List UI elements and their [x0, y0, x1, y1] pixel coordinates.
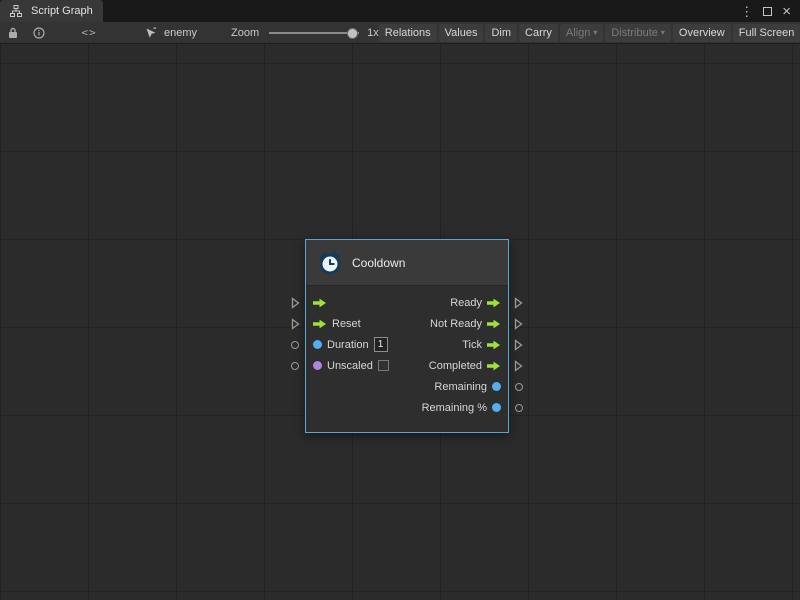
info-icon[interactable] [30, 24, 48, 42]
dim-button[interactable]: Dim [485, 24, 517, 42]
output-port-stub[interactable] [515, 404, 523, 412]
flow-output-port-icon[interactable] [487, 361, 501, 371]
title-bar: Script Graph ⋮ × [0, 0, 800, 22]
port-row: Remaining [306, 376, 508, 397]
input-port-stub[interactable] [291, 362, 299, 370]
port-label: Completed [429, 360, 482, 372]
close-icon[interactable]: × [782, 4, 791, 19]
chevron-down-icon: ▾ [661, 28, 665, 37]
flow-input-port-icon[interactable] [313, 319, 327, 329]
script-graph-window: Script Graph ⋮ × <> [0, 0, 800, 600]
port-label: Duration [327, 339, 369, 351]
output-port-stub[interactable] [514, 339, 523, 351]
port-label: Not Ready [430, 318, 482, 330]
zoom-slider-track[interactable] [269, 32, 359, 34]
tab-script-graph[interactable]: Script Graph [0, 0, 103, 22]
alarm-clock-icon [317, 254, 343, 272]
zoom-slider-knob[interactable] [347, 28, 358, 39]
graph-pointer-icon [142, 24, 160, 42]
graph-toolbar: <> enemy Zoom 1x Relations Values Dim C [0, 22, 800, 44]
zoom-control: Zoom 1x [231, 27, 379, 39]
fullscreen-button[interactable]: Full Screen [733, 24, 800, 42]
maximize-icon[interactable] [763, 7, 772, 16]
align-button[interactable]: Align ▾ [560, 24, 603, 42]
input-port-stub[interactable] [291, 297, 300, 309]
tab-title: Script Graph [31, 5, 93, 17]
bool-input-port-icon[interactable] [313, 361, 322, 370]
port-row: Duration 1 Tick [306, 334, 508, 355]
output-port-stub[interactable] [515, 383, 523, 391]
relations-button[interactable]: Relations [379, 24, 437, 42]
zoom-value: 1x [367, 27, 379, 39]
input-port-stub[interactable] [291, 318, 300, 330]
cooldown-node[interactable]: Cooldown Ready [305, 239, 509, 433]
chevron-down-icon: ▾ [593, 28, 597, 37]
node-title: Cooldown [352, 256, 405, 270]
port-label: Tick [462, 339, 482, 351]
port-label: Remaining % [422, 402, 487, 414]
node-header[interactable]: Cooldown [306, 240, 508, 286]
distribute-button[interactable]: Distribute ▾ [605, 24, 670, 42]
zoom-slider[interactable] [269, 27, 359, 39]
flow-output-port-icon[interactable] [487, 319, 501, 329]
node-body: Ready [306, 286, 508, 432]
output-port-stub[interactable] [514, 297, 523, 309]
graph-canvas[interactable]: Cooldown Ready [0, 44, 800, 600]
graph-name: enemy [164, 27, 197, 39]
code-icon[interactable]: <> [80, 24, 98, 42]
value-output-port-icon[interactable] [492, 403, 501, 412]
flow-input-port-icon[interactable] [313, 298, 327, 308]
unscaled-checkbox[interactable] [378, 360, 389, 371]
graph-breadcrumb[interactable]: enemy [142, 24, 197, 42]
port-row: Unscaled Completed [306, 355, 508, 376]
input-port-stub[interactable] [291, 341, 299, 349]
toolbar-buttons: Relations Values Dim Carry Align ▾ Distr… [379, 24, 800, 42]
lock-icon[interactable] [4, 24, 22, 42]
port-label: Ready [450, 297, 482, 309]
flow-output-port-icon[interactable] [487, 298, 501, 308]
port-row: Remaining % [306, 397, 508, 418]
graph-tab-icon [7, 2, 25, 20]
port-label: Unscaled [327, 360, 373, 372]
duration-field[interactable]: 1 [374, 337, 388, 352]
window-controls: ⋮ × [740, 4, 800, 19]
port-label: Remaining [434, 381, 487, 393]
values-button[interactable]: Values [439, 24, 484, 42]
window-menu-icon[interactable]: ⋮ [740, 5, 753, 18]
port-row: Reset Not Ready [306, 313, 508, 334]
zoom-label: Zoom [231, 27, 259, 39]
value-input-port-icon[interactable] [313, 340, 322, 349]
flow-output-port-icon[interactable] [487, 340, 501, 350]
output-port-stub[interactable] [514, 318, 523, 330]
overview-button[interactable]: Overview [673, 24, 731, 42]
carry-button[interactable]: Carry [519, 24, 558, 42]
port-row: Ready [306, 292, 508, 313]
port-label: Reset [332, 318, 361, 330]
value-output-port-icon[interactable] [492, 382, 501, 391]
output-port-stub[interactable] [514, 360, 523, 372]
